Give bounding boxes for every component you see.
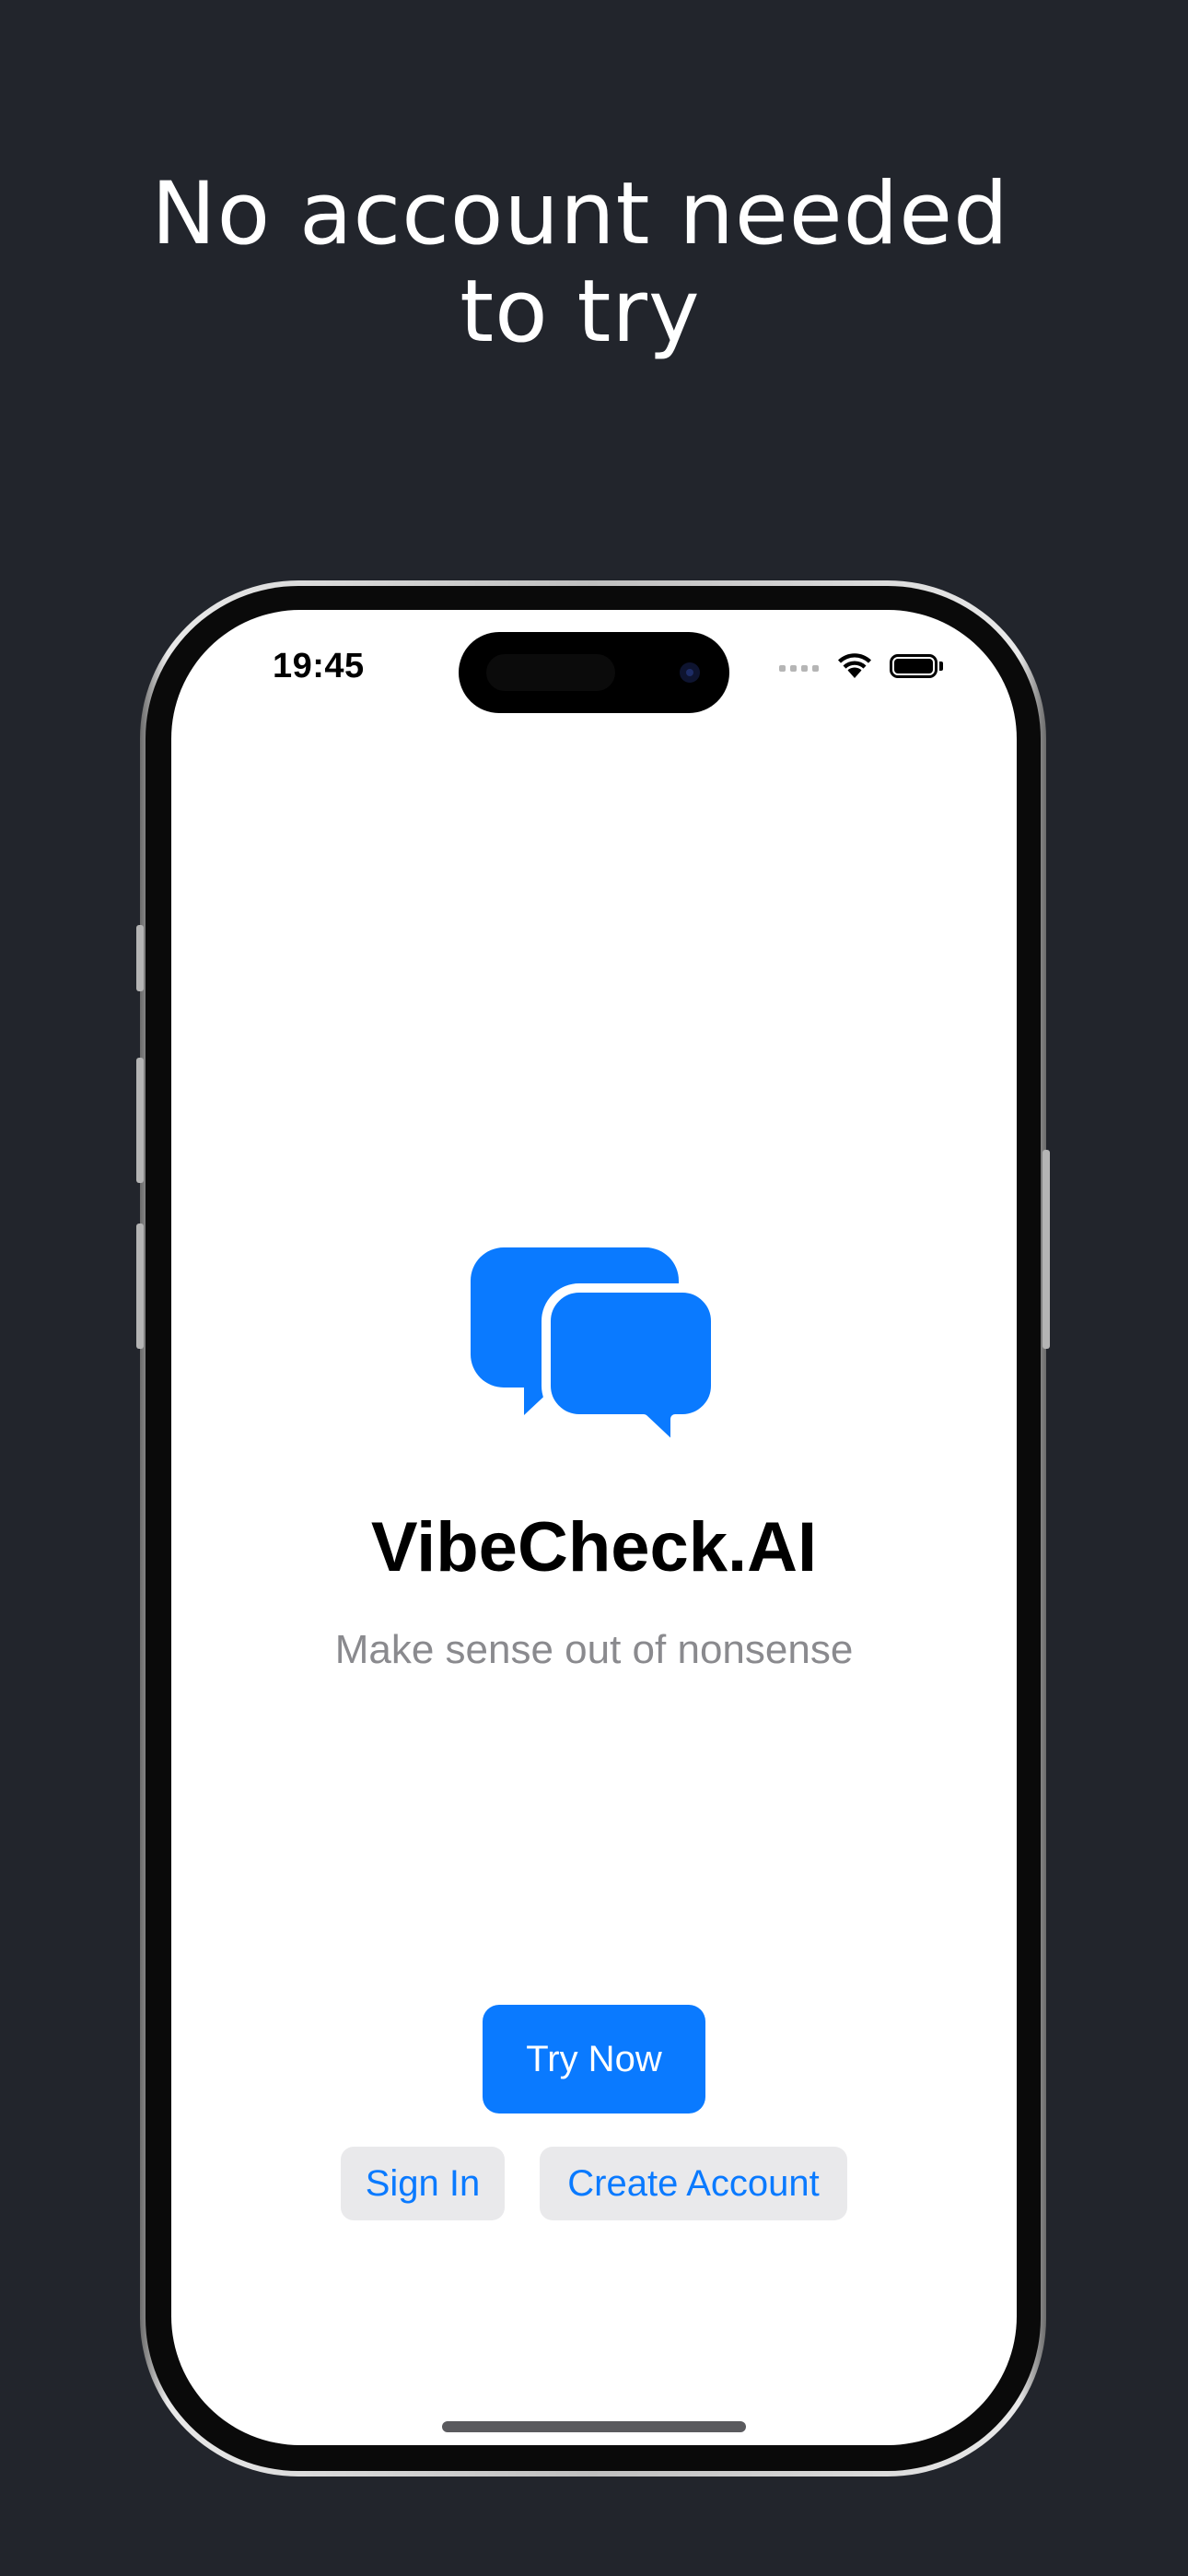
power-button (1042, 1150, 1050, 1349)
wifi-icon (838, 653, 871, 678)
face-id-sensor (486, 654, 615, 691)
sign-in-button[interactable]: Sign In (341, 2147, 505, 2220)
headline-line-2: to try (460, 262, 701, 362)
app-title: VibeCheck.AI (370, 1508, 818, 1587)
chat-bubbles-icon (471, 1247, 719, 1450)
dynamic-island (459, 632, 729, 713)
battery-level-fill (894, 659, 933, 673)
battery-cap (939, 662, 943, 671)
marketing-headline: No account needed to try (0, 166, 1160, 361)
battery-icon (890, 654, 938, 678)
phone-screen: 19:45 VibeCheck.AI Make sense out of non… (171, 610, 1017, 2445)
headline-line-1: No account needed (151, 164, 1009, 264)
app-tagline: Make sense out of nonsense (334, 1627, 854, 1672)
cellular-signal-icon (779, 665, 819, 672)
home-indicator[interactable] (442, 2421, 746, 2432)
try-now-button[interactable]: Try Now (483, 2005, 705, 2113)
volume-up-button (136, 1058, 144, 1183)
status-time: 19:45 (273, 647, 365, 685)
create-account-button[interactable]: Create Account (540, 2147, 847, 2220)
app-store-screenshot: No account needed to try 19:45 VibeCheck… (0, 0, 1188, 2576)
action-button (136, 925, 144, 991)
front-camera (680, 662, 700, 683)
volume-down-button (136, 1224, 144, 1349)
